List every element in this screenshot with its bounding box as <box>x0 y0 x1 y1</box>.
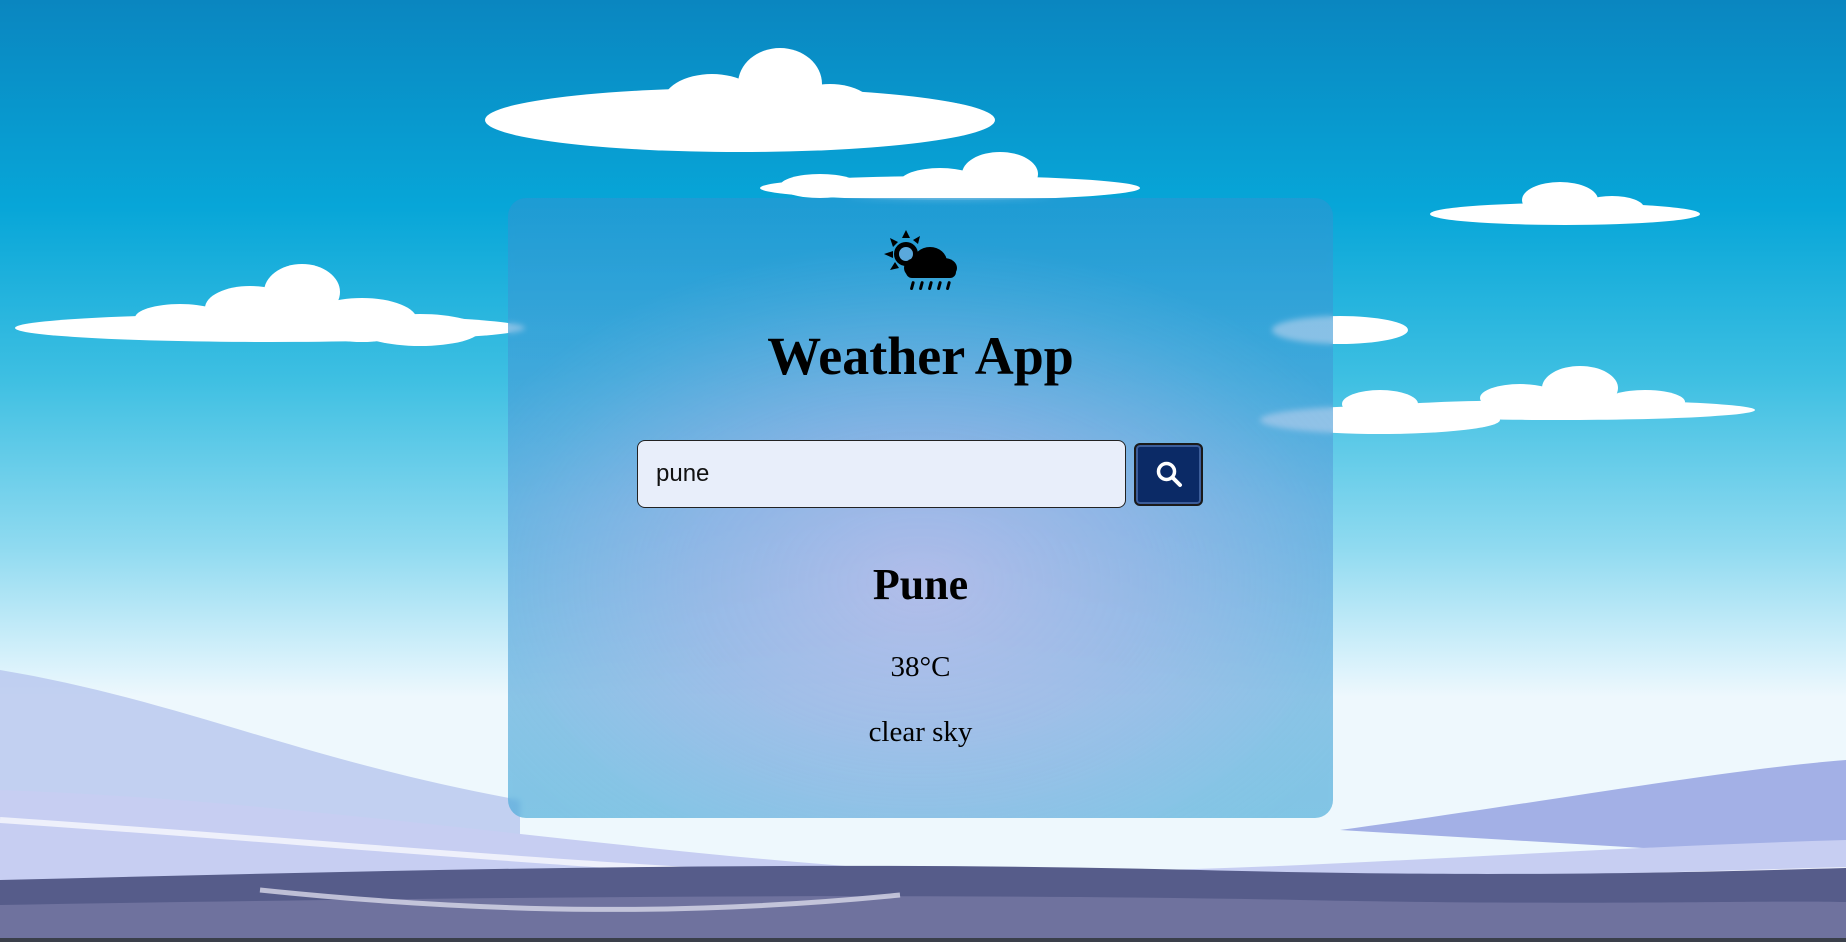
search-button[interactable] <box>1134 442 1203 506</box>
app-title: Weather App <box>767 326 1074 386</box>
temperature-value: 38°C <box>890 651 951 683</box>
city-search-input[interactable] <box>637 440 1126 508</box>
city-name: Pune <box>872 560 969 609</box>
sun-cloud-rain-icon <box>884 230 957 291</box>
app-background: Weather App Pune 38°C clear sky <box>0 0 1846 942</box>
weather-description: clear sky <box>868 716 973 748</box>
search-bar <box>637 440 1203 508</box>
weather-card: Weather App Pune 38°C clear sky <box>508 198 1333 818</box>
bottom-edge-bar <box>0 938 1846 942</box>
search-icon <box>1156 461 1182 487</box>
